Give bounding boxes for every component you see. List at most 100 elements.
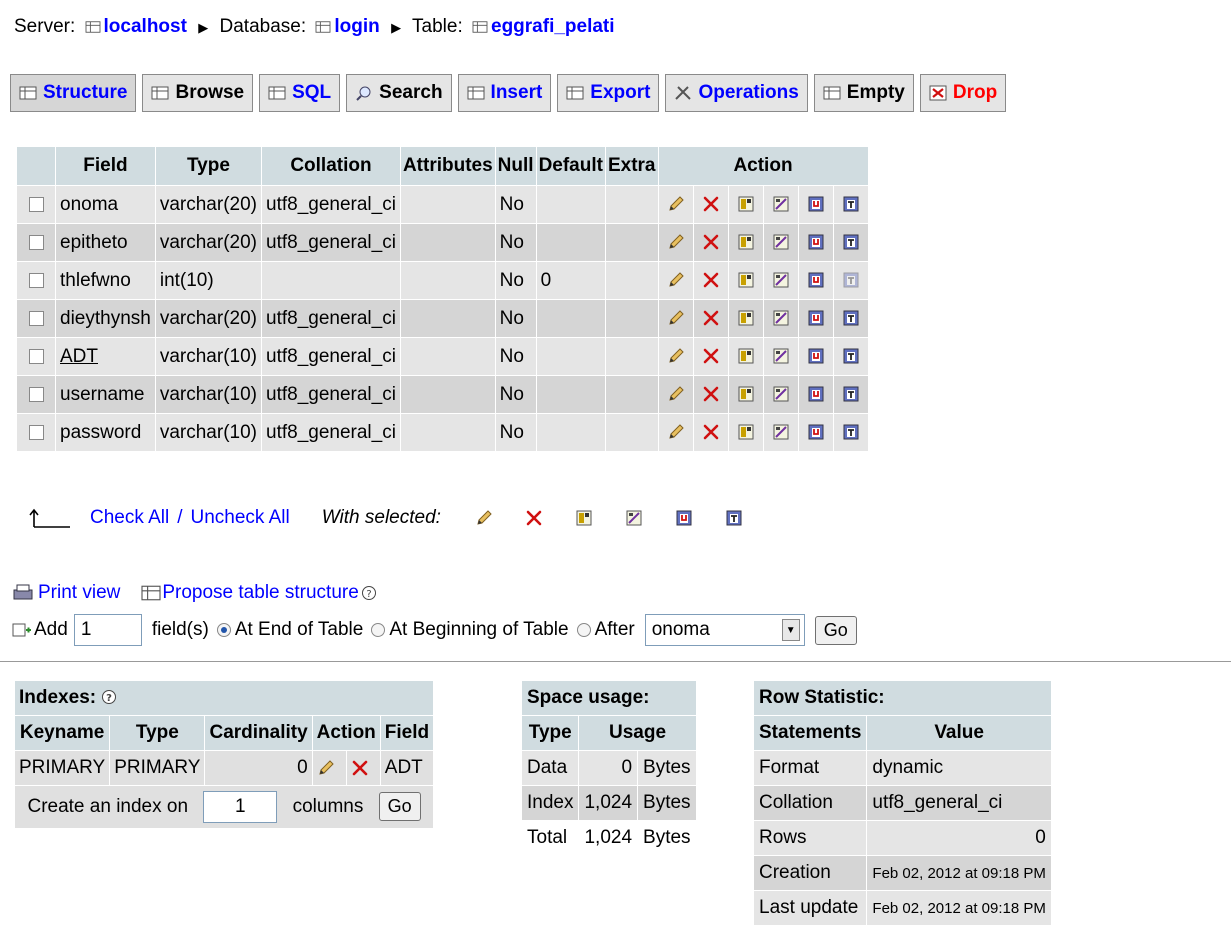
change-icon[interactable]: [667, 423, 685, 441]
column-header-field[interactable]: Field: [56, 147, 155, 185]
bulk-fulltext-icon[interactable]: [725, 509, 743, 527]
drop-icon[interactable]: [702, 347, 720, 365]
drop-icon[interactable]: [702, 385, 720, 403]
field-count-input[interactable]: 1: [73, 614, 142, 646]
tab-drop[interactable]: Drop: [919, 74, 1007, 112]
index-icon[interactable]: [772, 423, 790, 441]
unique-icon[interactable]: [807, 423, 825, 441]
index-icon[interactable]: [772, 347, 790, 365]
after-field-value: onoma: [651, 619, 710, 640]
primary-key-icon[interactable]: [737, 195, 755, 213]
fulltext-icon[interactable]: [842, 233, 860, 251]
fulltext-icon[interactable]: [842, 347, 860, 365]
database-link[interactable]: login: [334, 16, 379, 37]
unique-icon[interactable]: [807, 309, 825, 327]
bulk-change-icon[interactable]: [475, 509, 493, 527]
primary-key-icon[interactable]: [737, 309, 755, 327]
action-cell: [658, 338, 693, 375]
index-drop[interactable]: [346, 751, 380, 785]
propose-structure-link[interactable]: Propose table structure: [162, 582, 358, 604]
at-beginning-radio[interactable]: [371, 623, 386, 637]
with-selected-label: With selected:: [321, 507, 441, 528]
tab-operations[interactable]: Operations: [665, 74, 808, 112]
server-link[interactable]: localhost: [104, 16, 187, 37]
index-icon[interactable]: [772, 309, 790, 327]
cell-extra: [605, 414, 658, 451]
bulk-primary-icon[interactable]: [575, 509, 593, 527]
unique-icon[interactable]: [807, 385, 825, 403]
change-icon[interactable]: [667, 385, 685, 403]
fulltext-icon[interactable]: [842, 271, 860, 289]
help-icon[interactable]: [361, 585, 377, 601]
table-link[interactable]: eggrafi_pelati: [491, 16, 615, 37]
index-edit[interactable]: [312, 751, 346, 785]
action-cell: [728, 376, 763, 413]
index-columns-input[interactable]: 1: [203, 791, 278, 823]
drop-icon[interactable]: [702, 423, 720, 441]
fulltext-icon[interactable]: [842, 309, 860, 327]
change-icon[interactable]: [667, 233, 685, 251]
drop-icon[interactable]: [702, 271, 720, 289]
index-icon[interactable]: [772, 195, 790, 213]
change-icon[interactable]: [667, 347, 685, 365]
pencil-icon[interactable]: [317, 759, 335, 777]
create-index-go-button[interactable]: Go: [378, 792, 421, 822]
drop-x-icon[interactable]: [351, 759, 369, 777]
check-all-link[interactable]: Check All: [90, 507, 169, 529]
row-checkbox[interactable]: [28, 234, 44, 250]
index-icon[interactable]: [772, 271, 790, 289]
bulk-unique-icon[interactable]: [675, 509, 693, 527]
primary-key-icon[interactable]: [737, 271, 755, 289]
cell-attributes: [400, 262, 495, 299]
add-field-go-button[interactable]: Go: [814, 615, 857, 645]
print-view-link[interactable]: Print view: [38, 582, 120, 604]
primary-key-icon[interactable]: [737, 347, 755, 365]
row-checkbox[interactable]: [28, 386, 44, 402]
rowstat-header-value: Value: [867, 716, 1051, 750]
unique-icon[interactable]: [807, 195, 825, 213]
bulk-index-icon[interactable]: [625, 509, 643, 527]
help-icon[interactable]: [101, 689, 117, 705]
tab-structure[interactable]: Structure: [10, 74, 137, 112]
row-checkbox[interactable]: [28, 348, 44, 364]
row-checkbox[interactable]: [28, 310, 44, 326]
drop-icon[interactable]: [702, 309, 720, 327]
tab-export[interactable]: Export: [557, 74, 660, 112]
uncheck-all-link[interactable]: Uncheck All: [190, 507, 289, 529]
row-checkbox[interactable]: [28, 424, 44, 440]
fulltext-icon[interactable]: [842, 195, 860, 213]
at-end-label: At End of Table: [234, 619, 364, 640]
primary-key-icon[interactable]: [737, 233, 755, 251]
tab-browse[interactable]: Browse: [142, 74, 254, 112]
fulltext-icon[interactable]: [842, 385, 860, 403]
tab-sql[interactable]: SQL: [259, 74, 341, 112]
at-end-radio[interactable]: [216, 623, 231, 637]
drop-icon[interactable]: [702, 233, 720, 251]
tab-search[interactable]: Search: [346, 74, 452, 112]
change-icon[interactable]: [667, 271, 685, 289]
primary-key-icon[interactable]: [737, 385, 755, 403]
fulltext-icon[interactable]: [842, 423, 860, 441]
cell-default: [536, 414, 605, 451]
change-icon[interactable]: [667, 309, 685, 327]
cell-type: varchar(20): [155, 224, 261, 261]
unique-icon[interactable]: [807, 271, 825, 289]
action-cell: [693, 414, 728, 451]
index-icon[interactable]: [772, 385, 790, 403]
unique-icon[interactable]: [807, 347, 825, 365]
bulk-drop-icon[interactable]: [525, 509, 543, 527]
change-icon[interactable]: [667, 195, 685, 213]
primary-key-icon[interactable]: [737, 423, 755, 441]
tab-empty[interactable]: Empty: [813, 74, 914, 112]
after-field-select[interactable]: onoma ▼: [644, 614, 805, 646]
export-icon: [566, 85, 584, 101]
cell-attributes: [400, 300, 495, 337]
index-icon[interactable]: [772, 233, 790, 251]
row-checkbox[interactable]: [28, 196, 44, 212]
drop-icon[interactable]: [702, 195, 720, 213]
tab-insert[interactable]: Insert: [457, 74, 552, 112]
row-checkbox[interactable]: [28, 272, 44, 288]
after-radio[interactable]: [576, 623, 591, 637]
index-keyname: PRIMARY: [15, 751, 110, 785]
unique-icon[interactable]: [807, 233, 825, 251]
